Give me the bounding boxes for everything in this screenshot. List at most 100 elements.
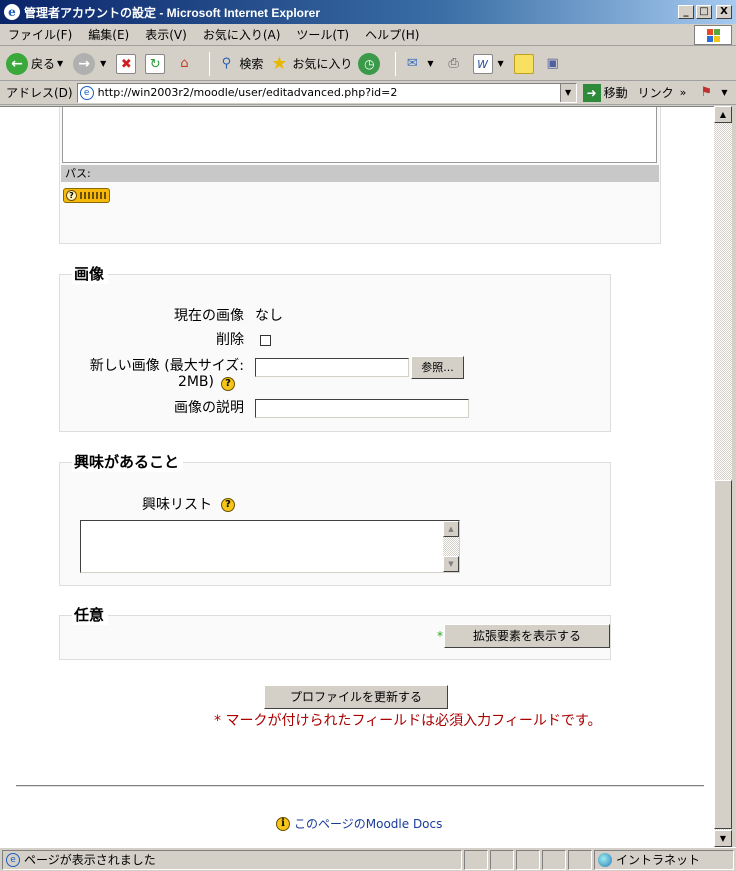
window-title-bar[interactable]: e 管理者アカウントの設定 - Microsoft Internet Explo… <box>0 0 736 24</box>
zone-label: イントラネット <box>616 853 701 867</box>
toolbar-separator <box>209 51 211 76</box>
address-bar: アドレス(D) e http://win2003r2/moodle/user/e… <box>0 81 736 105</box>
printer-icon: ⎙ <box>448 55 459 71</box>
menu-favorites[interactable]: お気に入り(A) <box>195 26 289 43</box>
new-image-label-line1: 新しい画像 (最大サイズ: <box>89 358 244 374</box>
status-cell <box>516 849 540 870</box>
page-content: パス: ? 画像 現在の画像 なし 削除 新しい画像 (最大サイズ: 2MB) … <box>0 106 714 847</box>
windows-flag-icon <box>707 29 721 42</box>
close-button[interactable]: X <box>716 5 732 19</box>
mail-dropdown-icon[interactable]: ▼ <box>427 59 433 68</box>
new-image-label-line2: 2MB) <box>177 374 214 390</box>
help-icon[interactable]: ? <box>221 377 235 391</box>
favorites-button[interactable]: ★ お気に入り <box>269 52 353 74</box>
new-image-file-input[interactable] <box>255 358 409 377</box>
address-input[interactable]: e http://win2003r2/moodle/user/editadvan… <box>76 82 577 103</box>
page-icon: e <box>6 852 20 867</box>
back-arrow-icon: ← <box>6 52 28 75</box>
home-icon: ⌂ <box>180 55 189 71</box>
scroll-down-icon[interactable]: ▼ <box>714 830 732 847</box>
pdf-dropdown-icon[interactable]: ▼ <box>721 88 727 97</box>
image-description-label: 画像の説明 <box>174 400 244 416</box>
menu-edit[interactable]: 編集(E) <box>80 26 137 43</box>
windows-logo <box>694 25 732 45</box>
menu-tools[interactable]: ツール(T) <box>288 26 357 43</box>
html-editor-area[interactable] <box>62 107 657 163</box>
mail-button[interactable]: ✉ ▼ <box>402 54 437 74</box>
menu-bar: ファイル(F) 編集(E) 表示(V) お気に入り(A) ツール(T) ヘルプ(… <box>0 24 736 46</box>
status-main: e ページが表示されました <box>2 849 462 870</box>
search-icon: ⚲ <box>221 55 232 71</box>
history-button[interactable]: ◷ <box>358 52 383 75</box>
delete-checkbox[interactable] <box>260 335 271 346</box>
update-profile-button[interactable]: プロファイルを更新する <box>264 685 448 709</box>
back-button[interactable]: ← 戻る ▼ <box>6 52 67 75</box>
status-cell <box>490 849 514 870</box>
footer-divider <box>16 785 704 787</box>
image-section-legend: 画像 <box>72 263 109 284</box>
links-button[interactable]: リンク <box>638 84 674 101</box>
back-label: 戻る <box>31 57 56 71</box>
word-icon: W <box>472 53 493 74</box>
print-button[interactable]: ⎙ <box>444 54 467 74</box>
scroll-up-icon[interactable]: ▲ <box>443 521 459 537</box>
address-dropdown-icon[interactable]: ▼ <box>559 83 576 102</box>
refresh-button[interactable]: ↻ <box>145 53 168 74</box>
mail-icon: ✉ <box>406 55 418 71</box>
menu-view[interactable]: 表示(V) <box>137 26 195 43</box>
interests-section-legend: 興味があること <box>72 451 184 472</box>
pdf-icon[interactable]: ⚑ <box>696 83 716 103</box>
address-url[interactable]: http://win2003r2/moodle/user/editadvance… <box>98 86 398 99</box>
moodle-docs-link[interactable]: i このページのMoodle Docs <box>276 815 442 832</box>
show-advanced-button[interactable]: 拡張要素を表示する <box>444 624 610 648</box>
textarea-scrollbar[interactable]: ▲ ▼ <box>443 521 459 572</box>
moodle-docs-label[interactable]: このページのMoodle Docs <box>294 815 442 832</box>
browse-button[interactable]: 参照... <box>411 356 464 379</box>
research-button[interactable]: ▣ <box>543 54 566 74</box>
maximize-button[interactable]: □ <box>696 5 712 19</box>
required-fields-note: * マークが付けられたフィールドは必須入力フィールドです。 <box>214 713 602 729</box>
go-arrow-icon[interactable]: ➜ <box>582 83 601 102</box>
address-label: アドレス(D) <box>6 86 73 100</box>
security-zone: イントラネット <box>594 849 734 870</box>
discuss-button[interactable] <box>513 53 537 74</box>
scroll-up-icon[interactable]: ▲ <box>714 106 732 123</box>
current-image-label: 現在の画像 <box>174 308 244 324</box>
page-icon: e <box>79 85 94 100</box>
status-cell <box>464 849 488 870</box>
edit-button[interactable]: W ▼ <box>472 53 508 74</box>
forward-button[interactable]: → ▼ <box>73 52 110 75</box>
menu-help[interactable]: ヘルプ(H) <box>357 26 427 43</box>
menu-file[interactable]: ファイル(F) <box>0 26 80 43</box>
info-icon: i <box>276 816 290 831</box>
help-icon[interactable]: ? <box>221 498 235 512</box>
stop-button[interactable]: ✖ <box>116 53 139 74</box>
delete-label: 削除 <box>216 332 244 348</box>
go-button[interactable]: 移動 <box>604 84 628 101</box>
page-scrollbar[interactable]: ▲ ▼ <box>714 106 732 847</box>
refresh-icon: ↻ <box>145 53 166 74</box>
status-cell <box>568 849 592 870</box>
back-dropdown-icon[interactable]: ▼ <box>57 59 63 68</box>
ie-icon: e <box>4 4 20 20</box>
search-button[interactable]: ⚲ 検索 <box>216 54 264 74</box>
star-icon: ★ <box>271 52 288 74</box>
scroll-down-icon[interactable]: ▼ <box>443 556 459 572</box>
scrollbar-thumb[interactable] <box>714 480 732 829</box>
edit-dropdown-icon[interactable]: ▼ <box>498 59 504 68</box>
note-icon <box>513 53 534 74</box>
stop-icon: ✖ <box>116 53 137 74</box>
search-label: 検索 <box>239 57 264 71</box>
status-text: ページが表示されました <box>24 853 156 867</box>
interests-textarea[interactable]: ▲ ▼ <box>80 520 460 573</box>
status-cell <box>542 849 566 870</box>
chevron-right-icon[interactable]: » <box>680 86 687 99</box>
minimize-button[interactable]: _ <box>678 5 694 19</box>
favorites-label: お気に入り <box>292 57 353 71</box>
home-button[interactable]: ⌂ <box>174 54 197 74</box>
forward-dropdown-icon[interactable]: ▼ <box>100 59 106 68</box>
image-description-input[interactable] <box>255 399 469 418</box>
keyboard-help-icon[interactable]: ? <box>63 188 110 203</box>
optional-section-legend: 任意 <box>72 604 109 625</box>
status-bar: e ページが表示されました イントラネット <box>0 847 736 871</box>
